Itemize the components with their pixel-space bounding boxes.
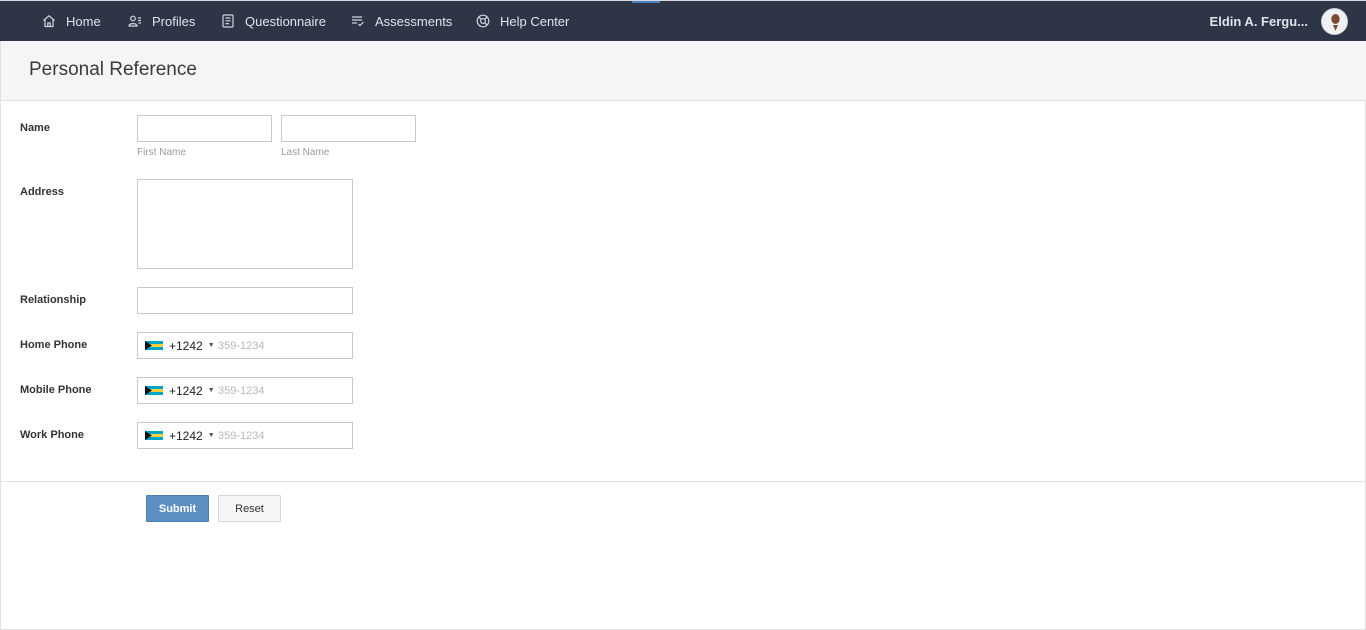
- home-phone-country-select[interactable]: +1242 ▼: [145, 333, 215, 358]
- work-phone-field: +1242 ▼: [137, 422, 353, 449]
- address-label: Address: [20, 186, 65, 198]
- relationship-label: Relationship: [20, 294, 87, 306]
- top-navigation-bar: Home Profiles Questionnaire Assessments …: [0, 0, 1366, 41]
- nav-item-label: Profiles: [152, 13, 196, 29]
- mobile-phone-input[interactable]: [218, 378, 348, 403]
- profiles-icon: [128, 14, 142, 28]
- form-divider: [1, 481, 1365, 482]
- personal-reference-form: Name First Name Last Name Address Relati…: [0, 101, 1366, 630]
- bahamas-flag-icon: [145, 341, 163, 350]
- work-phone-label: Work Phone: [20, 429, 84, 441]
- help-center-icon: [476, 14, 490, 28]
- first-name-hint: First Name: [137, 147, 186, 158]
- nav-item-profiles[interactable]: Profiles: [128, 1, 195, 41]
- country-code: +1242: [169, 428, 203, 443]
- nav-item-label: Questionnaire: [245, 13, 326, 29]
- nav-item-home[interactable]: Home: [42, 1, 101, 41]
- page-title: Personal Reference: [29, 59, 197, 80]
- chevron-down-icon: ▼: [207, 432, 215, 439]
- home-icon: [42, 14, 56, 28]
- address-textarea[interactable]: [137, 179, 353, 269]
- nav-item-questionnaire[interactable]: Questionnaire: [221, 1, 326, 41]
- chevron-down-icon: ▼: [207, 387, 215, 394]
- work-phone-input[interactable]: [218, 423, 348, 448]
- nav-item-assessments[interactable]: Assessments: [351, 1, 452, 41]
- reset-button[interactable]: Reset: [218, 495, 281, 522]
- bahamas-flag-icon: [145, 386, 163, 395]
- country-code: +1242: [169, 383, 203, 398]
- assessments-icon: [351, 14, 365, 28]
- first-name-input[interactable]: [137, 115, 272, 142]
- nav-item-label: Assessments: [375, 13, 453, 29]
- work-phone-country-select[interactable]: +1242 ▼: [145, 423, 215, 448]
- nav-item-label: Home: [66, 13, 101, 29]
- submit-button[interactable]: Submit: [146, 495, 209, 522]
- nav-item-label: Help Center: [500, 13, 570, 29]
- avatar[interactable]: [1321, 8, 1348, 35]
- mobile-phone-country-select[interactable]: +1242 ▼: [145, 378, 215, 403]
- name-label: Name: [20, 122, 50, 134]
- mobile-phone-label: Mobile Phone: [20, 384, 92, 396]
- chevron-down-icon: ▼: [207, 342, 215, 349]
- nav-item-help-center[interactable]: Help Center: [476, 1, 569, 41]
- nav-accent-line: [632, 1, 660, 3]
- home-phone-label: Home Phone: [20, 339, 88, 351]
- last-name-input[interactable]: [281, 115, 416, 142]
- questionnaire-icon: [221, 14, 235, 28]
- last-name-hint: Last Name: [281, 147, 330, 158]
- home-phone-field: +1242 ▼: [137, 332, 353, 359]
- page-header: Personal Reference: [0, 41, 1366, 101]
- relationship-input[interactable]: [137, 287, 353, 314]
- country-code: +1242: [169, 338, 203, 353]
- mobile-phone-field: +1242 ▼: [137, 377, 353, 404]
- home-phone-input[interactable]: [218, 333, 348, 358]
- bahamas-flag-icon: [145, 431, 163, 440]
- user-name[interactable]: Eldin A. Fergu...: [1210, 1, 1308, 41]
